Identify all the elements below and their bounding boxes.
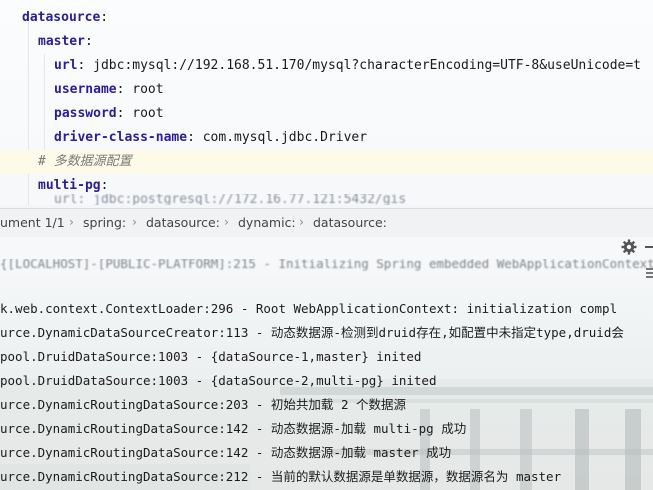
yaml-sep: : <box>77 58 94 73</box>
console-line: pool.DruidDataSource:1003 - {dataSource-… <box>0 349 422 364</box>
yaml-key: password <box>54 106 117 121</box>
yaml-key: driver-class-name <box>54 130 188 145</box>
run-console[interactable]: {[LOCALHOST]-[PUBLIC-PLATFORM]:215 - Ini… <box>0 259 653 490</box>
editor-line: # 多数据源配置 <box>38 150 132 174</box>
yaml-sep: : <box>116 82 133 97</box>
editor-line: password: root <box>54 102 164 126</box>
editor-line: driver-class-name: com.mysql.jdbc.Driver <box>54 126 367 150</box>
breadcrumb-item-dynamic[interactable]: dynamic: <box>238 215 296 230</box>
breadcrumb-item-document[interactable]: ument 1/1 <box>0 215 65 230</box>
console-line: k.web.context.ContextLoader:296 - Root W… <box>0 301 618 316</box>
yaml-value: root <box>132 82 164 97</box>
minimize-icon[interactable] <box>645 246 653 248</box>
breadcrumb: ument 1/1 › spring: › datasource: › dyna… <box>0 208 653 238</box>
indent-guide <box>28 20 29 205</box>
chevron-right-icon: › <box>224 214 229 229</box>
yaml-sep: : <box>84 34 93 49</box>
editor-line: datasource: <box>22 6 108 30</box>
console-line: pool.DruidDataSource:1003 - {dataSource-… <box>0 373 437 388</box>
breadcrumb-item-spring[interactable]: spring: <box>83 215 126 230</box>
yaml-comment: # 多数据源配置 <box>38 154 132 169</box>
console-line: urce.DynamicDataSourceCreator:113 - 动态数据… <box>0 325 624 340</box>
breadcrumb-item-datasource-2[interactable]: datasource: <box>313 215 387 230</box>
yaml-sep: : <box>100 178 109 193</box>
console-line: urce.DynamicRoutingDataSource:142 - 动态数据… <box>0 445 452 460</box>
yaml-value: jdbc:mysql://192.168.51.170/mysql?charac… <box>93 58 642 73</box>
chevron-right-icon: › <box>69 214 74 229</box>
chevron-right-icon: › <box>132 214 137 229</box>
console-toolbar <box>0 237 653 259</box>
editor-line: username: root <box>54 78 164 102</box>
yaml-key: master <box>38 34 85 49</box>
editor-line: master: <box>38 30 93 54</box>
breadcrumb-item-datasource[interactable]: datasource: <box>146 215 220 230</box>
console-line: urce.DynamicRoutingDataSource:203 - 初始共加… <box>0 397 407 412</box>
editor-cut-line: url: jdbc:postgresql://172.16.77.121:543… <box>0 194 653 205</box>
chevron-right-icon: › <box>299 214 304 229</box>
yaml-sep: : <box>100 10 109 25</box>
console-line: urce.DynamicRoutingDataSource:142 - 动态数据… <box>0 421 467 436</box>
console-line: urce.DynamicRoutingDataSource:212 - 当前的默… <box>0 469 562 484</box>
yaml-value: root <box>132 106 164 121</box>
yaml-sep: : <box>116 106 133 121</box>
editor-line-partial: url: jdbc:postgresql://172.16.77.121:543… <box>54 194 407 205</box>
yaml-value: com.mysql.jdbc.Driver <box>202 130 368 145</box>
yaml-sep: : <box>187 130 203 145</box>
scroll-marker-icon[interactable] <box>646 268 653 278</box>
yaml-key: multi-pg <box>38 178 101 193</box>
indent-guide <box>44 54 45 163</box>
console-line-partial: {[LOCALHOST]-[PUBLIC-PLATFORM]:215 - Ini… <box>0 259 653 271</box>
yaml-key: datasource <box>22 10 101 25</box>
yaml-key: url <box>54 58 78 73</box>
yaml-editor[interactable]: datasource: master: url: jdbc:mysql://19… <box>0 0 653 205</box>
editor-line: url: jdbc:mysql://192.168.51.170/mysql?c… <box>54 54 641 78</box>
gear-icon[interactable] <box>620 238 638 256</box>
yaml-key: username <box>54 82 117 97</box>
